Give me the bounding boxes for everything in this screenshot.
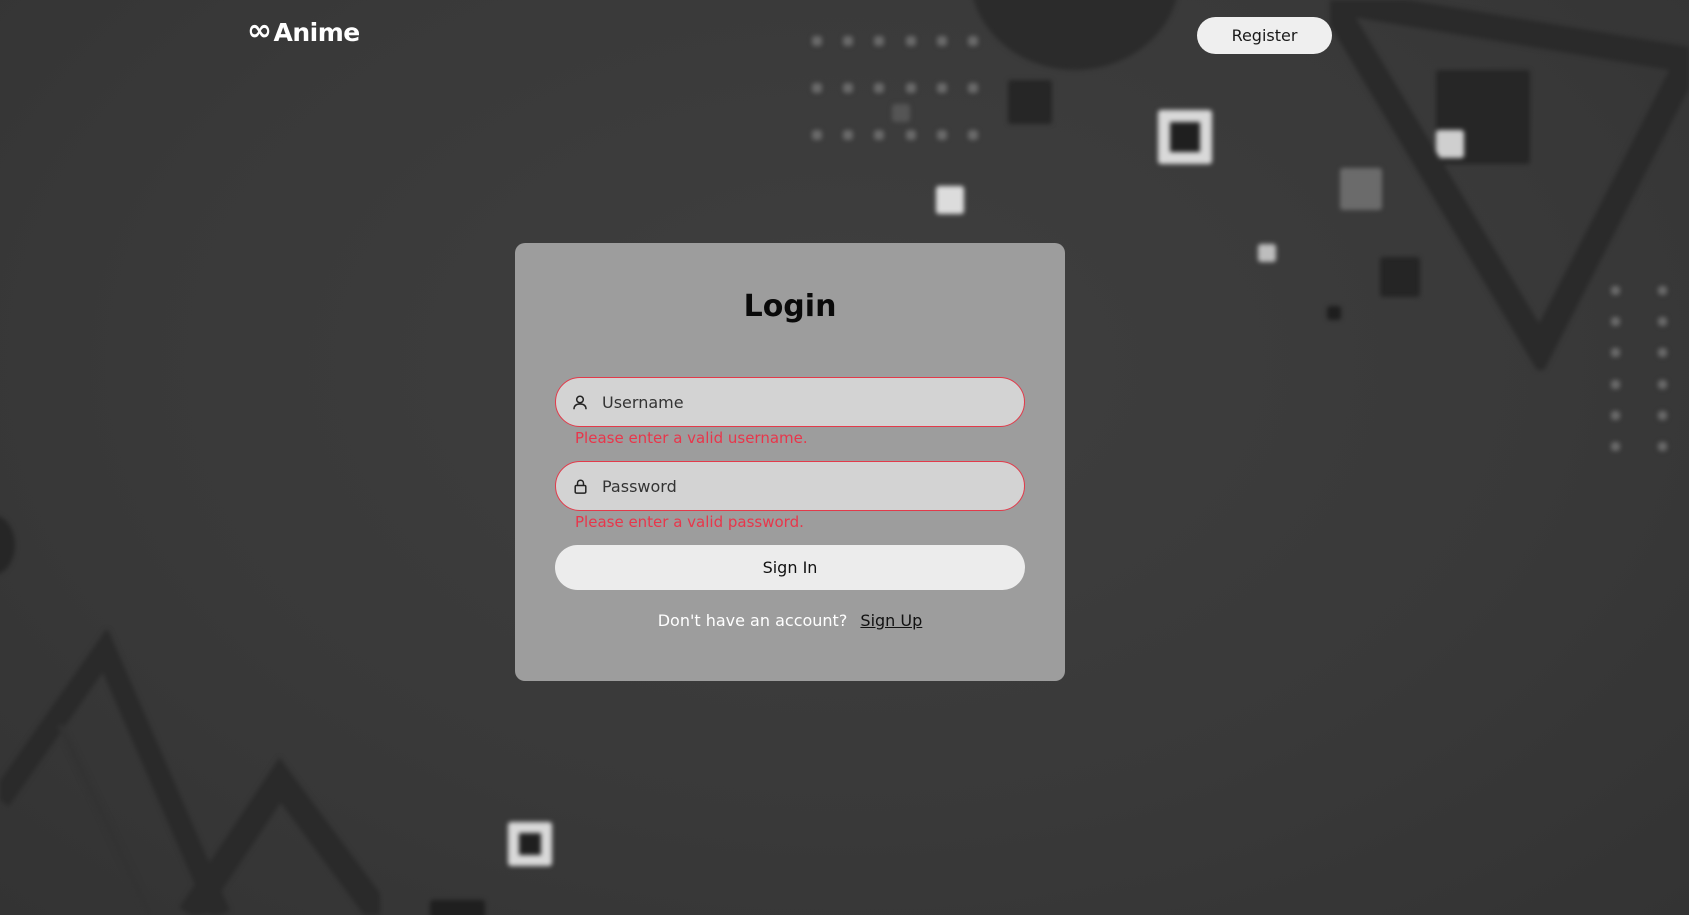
signup-prompt-text: Don't have an account? <box>657 611 848 630</box>
bg-square <box>892 104 910 122</box>
bg-square <box>1380 257 1420 297</box>
login-card: Login Please enter a valid username. Ple… <box>515 243 1065 681</box>
password-input[interactable] <box>600 461 1024 511</box>
bg-square <box>1258 244 1276 262</box>
username-error-message: Please enter a valid username. <box>575 429 808 447</box>
signup-prompt-row: Don't have an account? Sign Up <box>515 611 1065 630</box>
logo[interactable]: ∞ Anime <box>247 13 361 48</box>
bg-square <box>1436 70 1530 164</box>
bg-square <box>1158 110 1212 164</box>
register-button[interactable]: Register <box>1197 17 1332 54</box>
bg-square <box>430 900 485 915</box>
sign-in-button[interactable]: Sign In <box>555 545 1025 590</box>
logo-text: Anime <box>273 18 361 47</box>
sign-up-link[interactable]: Sign Up <box>860 611 922 630</box>
bg-circle <box>970 0 1180 70</box>
bg-square <box>1436 130 1464 158</box>
bg-square <box>1008 80 1052 124</box>
username-field[interactable] <box>555 377 1025 427</box>
bg-square <box>936 186 964 214</box>
bg-triangle <box>0 630 380 915</box>
password-error-message: Please enter a valid password. <box>575 513 804 531</box>
username-input[interactable] <box>600 377 1024 427</box>
password-field[interactable] <box>555 461 1025 511</box>
lock-icon <box>572 478 588 494</box>
login-title: Login <box>743 289 837 324</box>
user-icon <box>572 394 588 410</box>
bg-square <box>1340 168 1382 210</box>
page: ∞ Anime Register Login Please enter a va… <box>0 0 1689 915</box>
bg-square <box>508 822 552 866</box>
bg-triangle <box>1330 0 1689 370</box>
bg-square <box>1327 306 1341 320</box>
bg-circle <box>0 515 15 575</box>
infinity-logo-icon: ∞ <box>247 13 272 48</box>
